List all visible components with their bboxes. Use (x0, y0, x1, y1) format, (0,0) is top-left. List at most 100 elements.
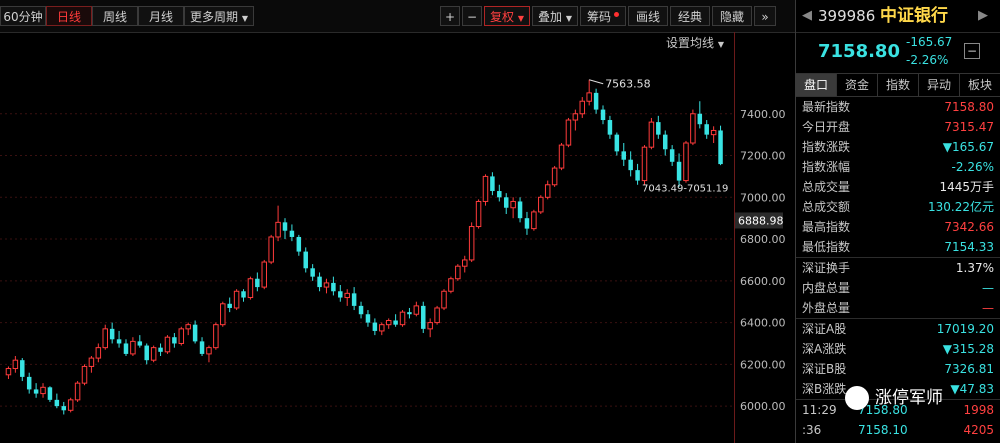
candle-body (317, 276, 322, 288)
tab-movement[interactable]: 异动 (919, 74, 960, 96)
draw-line-button[interactable]: 画线 (628, 6, 668, 26)
y-tick-label: 6000.00 (740, 400, 786, 413)
zoom-in-button[interactable]: + (440, 6, 460, 26)
classic-button[interactable]: 经典 (670, 6, 710, 26)
candle-body (455, 265, 461, 280)
kline-chart[interactable]: 7563.58 7043.49-7051.19 7400.00 7200.00 700… (0, 32, 795, 443)
quote-row-label: 深证B股 (802, 362, 847, 376)
candle-body (247, 278, 254, 299)
period-daily-button[interactable]: 日线 (46, 6, 92, 26)
quote-row-label: 总成交量 (802, 180, 851, 194)
quote-row: 深证换手 1.37% (796, 258, 1000, 278)
quote-row: 外盘总量 — (796, 298, 1000, 318)
ma-settings-button[interactable]: 设置均线 ▼ (666, 34, 724, 51)
period-monthly-button[interactable]: 月线 (138, 6, 184, 26)
quote-rows-turnover: 深证换手 1.37% 内盘总量 — 外盘总量 — (796, 258, 1000, 318)
candle-body (164, 336, 171, 353)
ma-settings-label: 设置均线 (666, 36, 715, 50)
expand-arrows-button[interactable]: » (754, 6, 776, 26)
candle-body (241, 291, 246, 298)
candle-body (12, 359, 19, 370)
candle-body (503, 197, 509, 208)
candle-body (158, 347, 163, 352)
candle-body (261, 261, 268, 288)
tab-funds[interactable]: 资金 (837, 74, 878, 96)
candle-body (351, 293, 357, 306)
hide-button[interactable]: 隐藏 (712, 6, 752, 26)
quote-row: 最低指数 7154.33 (796, 237, 1000, 257)
overlay-dropdown[interactable]: 叠加 ▼ (532, 6, 578, 26)
watermark-text: 涨停军师 (875, 388, 943, 408)
tick-price: 7158.10 (858, 423, 908, 437)
candle-body (461, 259, 468, 267)
candle-body (192, 324, 198, 342)
candle-body (26, 376, 32, 390)
candle-body (74, 382, 81, 401)
chips-button[interactable]: 筹码 (580, 6, 626, 26)
quote-row-value: 7326.81 (944, 362, 994, 376)
candle-body (531, 211, 537, 230)
tab-sector[interactable]: 板块 (960, 74, 1000, 96)
quote-row-value: 1445万手 (939, 180, 994, 194)
y-tick-label: 7000.00 (740, 191, 786, 204)
quote-row: 深A涨跌 ▼315.28 (796, 339, 1000, 359)
period-weekly-button[interactable]: 周线 (92, 6, 138, 26)
candle-body (130, 340, 136, 355)
candle-body (213, 324, 219, 349)
candle-body (323, 282, 330, 288)
tab-index[interactable]: 指数 (878, 74, 919, 96)
high-annotation-pointer (589, 79, 604, 85)
quote-row-label: 内盘总量 (802, 281, 851, 295)
candle-body (551, 167, 558, 186)
tick-time: :36 (802, 423, 822, 437)
tab-handicap[interactable]: 盘口 (796, 74, 837, 96)
candle-body (178, 328, 185, 344)
quote-row-value: 130.22亿元 (928, 200, 994, 214)
candle-body (233, 290, 240, 309)
candle-body (303, 251, 308, 269)
candle-body (421, 305, 426, 329)
current-price-tag-label: 6888.98 (738, 214, 784, 227)
candle-body (669, 149, 675, 162)
candle-body (544, 184, 551, 198)
tick-time: 11:29 (802, 403, 837, 417)
fuquan-dropdown[interactable]: 复权 ▼ (484, 6, 530, 26)
y-tick-label: 6200.00 (740, 358, 786, 371)
candle-body (593, 92, 599, 110)
candle-body (282, 222, 288, 231)
quote-rows-main: 最新指数 7158.80 今日开盘 7315.47 指数涨跌 ▼165.67 指数涨幅 -2.… (796, 97, 1000, 257)
more-periods-dropdown[interactable]: 更多周期 ▼ (184, 6, 254, 26)
candle-body (95, 347, 102, 359)
quote-row-value: ▼165.67 (942, 140, 994, 154)
prev-stock-arrow-icon[interactable]: ◀ (802, 0, 812, 32)
quote-row-value: 17019.20 (936, 322, 994, 336)
chevron-down-icon: ▼ (241, 14, 248, 23)
period-60min-button[interactable]: 60分钟 (0, 6, 46, 26)
chevron-down-icon: ▼ (565, 14, 572, 23)
candle-body (628, 159, 633, 171)
candle-body (572, 113, 579, 121)
candle-body (33, 389, 39, 394)
candle-body (220, 303, 226, 326)
candle-body (338, 291, 343, 298)
candle-body (81, 365, 88, 384)
quote-row: 最高指数 7342.66 (796, 217, 1000, 237)
collapse-button[interactable]: − (964, 43, 980, 59)
candle-body (607, 120, 613, 135)
quote-row-label: 总成交额 (802, 200, 851, 214)
quote-sidebar: ◀ 399986 中证银行 ▶ 7158.80 -165.67 -2.26% −… (795, 0, 1000, 443)
quote-row: 总成交量 1445万手 (796, 177, 1000, 197)
candle-body (255, 278, 260, 288)
zoom-out-button[interactable]: − (462, 6, 482, 26)
candle-body (524, 218, 530, 229)
candle-body (710, 129, 717, 136)
y-tick-label: 6400.00 (740, 317, 786, 330)
price-block: 7158.80 -165.67 -2.26% − (796, 33, 1000, 73)
next-stock-arrow-icon[interactable]: ▶ (978, 0, 988, 32)
quote-row-value: 7342.66 (944, 220, 994, 234)
candle-body (393, 320, 398, 325)
quote-row: 总成交额 130.22亿元 (796, 197, 1000, 217)
candle-body (399, 311, 406, 326)
candle-body (517, 201, 523, 219)
quote-row-label: 深证A股 (802, 322, 847, 336)
